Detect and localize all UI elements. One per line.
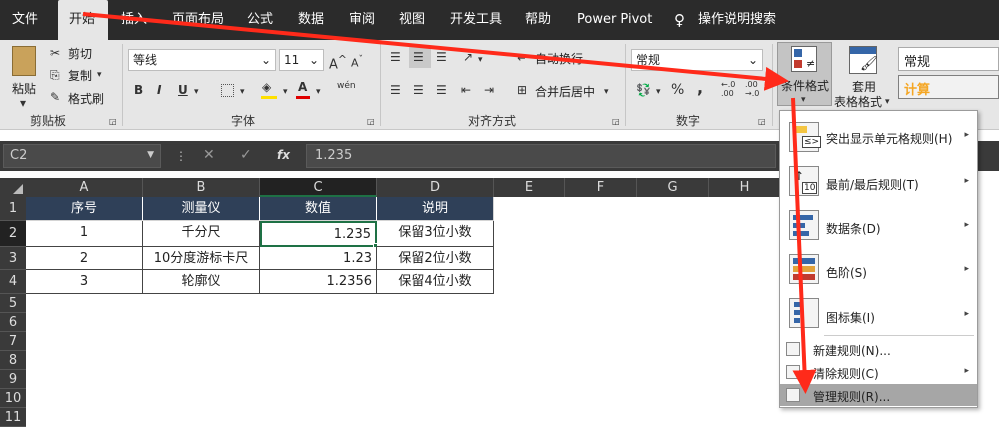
annotation-arrows: [82, 12, 817, 394]
arrow-to-conditional-format: [82, 12, 789, 91]
arrow-to-manage-rules: [791, 97, 817, 394]
